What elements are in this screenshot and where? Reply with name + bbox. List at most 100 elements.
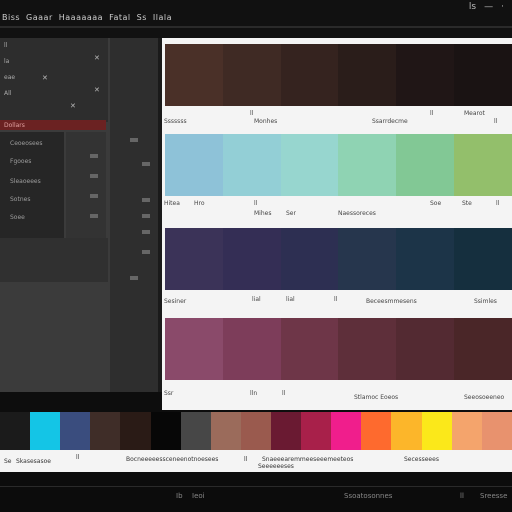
color-swatch[interactable] xyxy=(338,318,397,380)
palette-swatch[interactable] xyxy=(0,412,31,450)
palette-swatch[interactable] xyxy=(331,412,362,450)
palette-swatch[interactable] xyxy=(421,412,452,450)
palette-swatch[interactable] xyxy=(90,412,121,450)
color-swatch[interactable] xyxy=(454,44,512,106)
menu-item-0[interactable]: Gaaar xyxy=(26,13,53,22)
palette-swatch[interactable] xyxy=(451,412,482,450)
close-icon[interactable]: ✕ xyxy=(94,54,100,62)
palette-subcaption: Seeeeeeses xyxy=(258,463,294,470)
list-item[interactable]: Ceoeosees xyxy=(10,140,43,147)
color-swatch[interactable] xyxy=(280,134,339,196)
palette-swatch[interactable] xyxy=(150,412,181,450)
color-swatch[interactable] xyxy=(222,228,281,290)
swatch-row-brown xyxy=(165,44,512,106)
status-item[interactable]: ll xyxy=(460,492,464,500)
palette-swatch[interactable] xyxy=(481,412,512,450)
swatch-label: Soe xyxy=(430,200,442,207)
minimize-icon[interactable]: ls xyxy=(469,2,476,12)
close-icon[interactable]: ✕ xyxy=(70,102,76,110)
palette-swatch[interactable] xyxy=(180,412,211,450)
tool-icon[interactable] xyxy=(142,198,150,202)
swatch-label: Sesiner xyxy=(164,298,187,305)
color-swatch[interactable] xyxy=(454,318,512,380)
list-item[interactable]: Soee xyxy=(10,214,25,221)
layer-list: Ceoeosees Fgooes Sleaoeees Sotnes Soee xyxy=(0,132,64,238)
close-icon[interactable]: ✕ xyxy=(94,86,100,94)
swatch-label: Ssr xyxy=(164,390,174,397)
color-swatch[interactable] xyxy=(222,44,281,106)
option-icon[interactable] xyxy=(90,214,98,218)
color-swatch[interactable] xyxy=(396,318,455,380)
color-swatch[interactable] xyxy=(165,44,223,106)
list-item[interactable]: Fgooes xyxy=(10,158,31,165)
palette-swatch[interactable] xyxy=(361,412,392,450)
swatch-label: ll xyxy=(254,200,258,207)
swatch-label: ll xyxy=(430,110,434,117)
color-swatch[interactable] xyxy=(280,228,339,290)
status-item[interactable]: Sreesse xyxy=(480,492,507,500)
color-swatch[interactable] xyxy=(454,228,512,290)
menu-item-2[interactable]: Fatal xyxy=(109,13,131,22)
tool-icon[interactable] xyxy=(142,230,150,234)
swatch-label: lial xyxy=(252,296,261,303)
close-icon[interactable]: · xyxy=(501,2,504,12)
swatch-labels-row-1: Hitea Hro ll Mihes Ser Naessoreces Soe S… xyxy=(162,196,512,224)
tool-icon[interactable] xyxy=(130,276,138,280)
palette-swatch[interactable] xyxy=(120,412,151,450)
palette-swatch[interactable] xyxy=(270,412,302,450)
color-swatch[interactable] xyxy=(280,318,339,380)
color-swatch[interactable] xyxy=(338,228,397,290)
palette-swatch[interactable] xyxy=(391,412,422,450)
status-item[interactable]: Ib xyxy=(176,492,183,500)
palette-swatch[interactable] xyxy=(30,412,61,450)
app-title: Biss xyxy=(2,12,21,22)
color-swatch[interactable] xyxy=(222,134,281,196)
color-swatch[interactable] xyxy=(338,44,397,106)
swatch-label: ll xyxy=(494,118,498,125)
color-swatch[interactable] xyxy=(165,318,223,380)
color-swatch[interactable] xyxy=(165,134,223,196)
swatch-label: Ser xyxy=(286,210,296,217)
swatch-label: Seeosoeeneo xyxy=(464,394,505,401)
menu-item-4[interactable]: Ilala xyxy=(153,13,172,22)
swatch-label: Naessoreces xyxy=(338,210,376,217)
palette-swatch[interactable] xyxy=(210,412,241,450)
palette-swatch[interactable] xyxy=(240,412,271,450)
tool-icon[interactable] xyxy=(142,250,150,254)
list-item[interactable]: Sotnes xyxy=(10,196,30,203)
color-swatch[interactable] xyxy=(338,134,397,196)
palette-caption: Secesseees xyxy=(404,456,439,463)
tool-icon[interactable] xyxy=(142,162,150,166)
palette-caption: ll xyxy=(244,456,248,463)
palette-swatch[interactable] xyxy=(60,412,91,450)
maximize-icon[interactable]: — xyxy=(484,2,493,12)
color-swatch[interactable] xyxy=(222,318,281,380)
palette-caption: ll xyxy=(76,454,80,461)
option-icon[interactable] xyxy=(90,154,98,158)
panel-footer xyxy=(0,238,108,282)
layer-options xyxy=(66,132,106,238)
color-swatch[interactable] xyxy=(454,134,512,196)
option-icon[interactable] xyxy=(90,174,98,178)
status-item[interactable]: Ssoatosonnes xyxy=(344,492,392,500)
color-swatch[interactable] xyxy=(396,134,455,196)
menu-item-3[interactable]: Ss xyxy=(137,13,147,22)
tool-icon[interactable] xyxy=(130,138,138,142)
menu-item-1[interactable]: Haaaaaaa xyxy=(59,13,103,22)
palette-swatch[interactable] xyxy=(301,412,332,450)
color-swatch[interactable] xyxy=(396,228,455,290)
tool-column xyxy=(110,38,158,392)
list-item[interactable]: Sleaoeees xyxy=(10,178,41,185)
status-item[interactable]: Ieoi xyxy=(192,492,205,500)
tool-icon[interactable] xyxy=(142,214,150,218)
selected-layer[interactable]: Dollars xyxy=(0,120,106,130)
color-swatch[interactable] xyxy=(280,44,339,106)
swatch-row-plum xyxy=(165,318,512,380)
properties-panel: ll la eae All ✕ ✕ ✕ ✕ xyxy=(0,38,108,122)
close-icon[interactable]: ✕ xyxy=(42,74,48,82)
color-palette xyxy=(0,412,512,450)
color-swatch[interactable] xyxy=(396,44,455,106)
color-swatch[interactable] xyxy=(165,228,223,290)
swatch-label: ll xyxy=(496,200,500,207)
option-icon[interactable] xyxy=(90,194,98,198)
